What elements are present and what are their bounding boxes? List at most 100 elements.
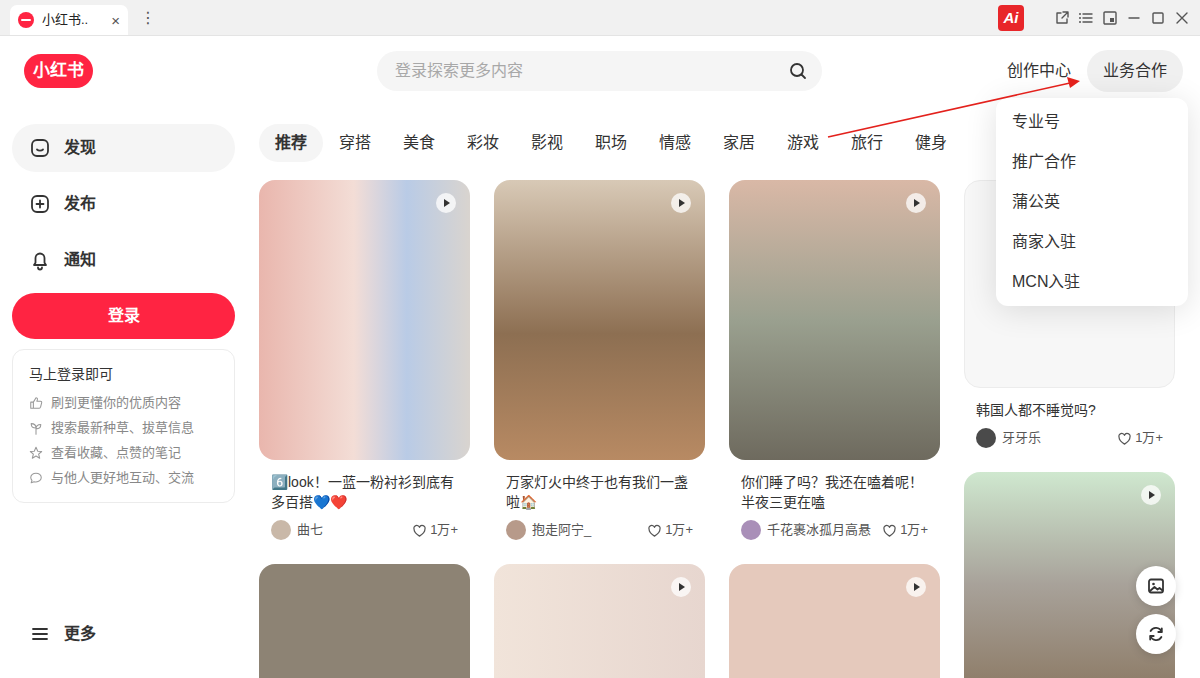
login-button[interactable]: 登录 [12, 293, 235, 339]
sidebar-item-label: 通知 [64, 248, 96, 272]
dropdown-item[interactable]: 专业号 [996, 102, 1188, 142]
like-count[interactable]: 1万+ [647, 520, 693, 540]
note-cover[interactable] [494, 564, 705, 678]
author-name[interactable]: 曲七 [297, 520, 406, 540]
maximize-icon[interactable] [1150, 10, 1166, 26]
video-play-icon [671, 577, 691, 597]
list-icon[interactable] [1078, 10, 1094, 26]
note-card[interactable] [729, 564, 940, 678]
tab-menu-button[interactable]: ⋮ [140, 10, 156, 26]
heart-icon[interactable] [882, 523, 897, 538]
tab-close-button[interactable]: × [111, 13, 120, 28]
channel-tab[interactable]: 推荐 [259, 124, 323, 162]
sidebar-item[interactable]: 通知 [12, 236, 235, 284]
author-avatar[interactable] [976, 428, 996, 448]
video-play-icon [436, 193, 456, 213]
like-count[interactable]: 1万+ [882, 520, 928, 540]
header-links: 创作中心业务合作 [822, 50, 1183, 92]
note-card[interactable] [494, 564, 705, 678]
site-header: 小红书 创作中心业务合作 [0, 36, 1200, 106]
ai-badge[interactable]: Ai [998, 5, 1024, 31]
like-count[interactable]: 1万+ [412, 520, 458, 540]
channel-tab[interactable]: 穿搭 [323, 124, 387, 162]
login-tip-text: 搜索最新种草、拔草信息 [51, 415, 194, 440]
chat-icon [29, 471, 43, 485]
video-play-icon [671, 193, 691, 213]
note-card[interactable]: 6️⃣look！一蓝一粉衬衫到底有多百搭💙❤️ 曲七 1万+ [259, 180, 470, 540]
note-card[interactable]: 你们睡了吗？我还在嗑着呢！半夜三更在嗑千花裹冰孤月高悬 1万+ [729, 180, 940, 540]
video-play-icon [906, 193, 926, 213]
picture-in-picture-icon[interactable] [1102, 10, 1118, 26]
channel-tab[interactable]: 彩妆 [451, 124, 515, 162]
site-logo[interactable]: 小红书 [24, 54, 93, 88]
heart-icon[interactable] [1117, 431, 1132, 446]
dropdown-item[interactable]: MCN入驻 [996, 262, 1188, 302]
search-input[interactable] [393, 58, 780, 84]
notify-icon [28, 248, 52, 272]
hamburger-icon [28, 622, 52, 646]
channel-tab[interactable]: 健身 [899, 124, 963, 162]
note-title[interactable]: 韩国人都不睡觉吗? [964, 388, 1175, 420]
channel-tab[interactable]: 游戏 [771, 124, 835, 162]
dropdown-item[interactable]: 蒲公英 [996, 182, 1188, 222]
channel-tab[interactable]: 家居 [707, 124, 771, 162]
close-window-icon[interactable] [1174, 10, 1190, 26]
like-count-text: 1万+ [900, 520, 928, 540]
image-button[interactable] [1136, 566, 1176, 606]
author-name[interactable]: 抱走阿宁_ [532, 520, 641, 540]
heart-icon[interactable] [412, 523, 427, 538]
browser-tab-bar: 小红书..× ⋮ Ai [0, 0, 1200, 36]
login-tip-item: 刷到更懂你的优质内容 [29, 390, 218, 415]
note-author-row: 千花裹冰孤月高悬 1万+ [729, 520, 940, 540]
author-name[interactable]: 千花裹冰孤月高悬 [767, 520, 876, 540]
note-cover[interactable] [729, 180, 940, 460]
like-count-text: 1万+ [430, 520, 458, 540]
note-card[interactable]: 万家灯火中终于也有我们一盏啦🏠 抱走阿宁_ 1万+ [494, 180, 705, 540]
sidebar-item-label: 发布 [64, 192, 96, 216]
note-cover[interactable] [729, 564, 940, 678]
login-tip-text: 与他人更好地互动、交流 [51, 465, 194, 490]
login-tip-list: 刷到更懂你的优质内容搜索最新种草、拔草信息查看收藏、点赞的笔记与他人更好地互动、… [29, 390, 218, 490]
search-icon[interactable] [788, 61, 808, 81]
note-cover[interactable] [259, 564, 470, 678]
heart-icon[interactable] [647, 523, 662, 538]
note-title[interactable]: 万家灯火中终于也有我们一盏啦🏠 [494, 460, 705, 512]
channel-tab[interactable]: 美食 [387, 124, 451, 162]
publish-icon [28, 192, 52, 216]
author-name[interactable]: 牙牙乐 [1002, 428, 1111, 448]
note-title[interactable]: 6️⃣look！一蓝一粉衬衫到底有多百搭💙❤️ [259, 460, 470, 512]
like-count-text: 1万+ [1135, 428, 1163, 448]
like-count[interactable]: 1万+ [1117, 428, 1163, 448]
refresh-button[interactable] [1136, 614, 1176, 654]
search-box [377, 51, 822, 91]
business-dropdown: 专业号推广合作蒲公英商家入驻MCN入驻 [996, 98, 1188, 306]
author-avatar[interactable] [741, 520, 761, 540]
browser-tab[interactable]: 小红书..× [10, 5, 128, 35]
video-play-icon [906, 577, 926, 597]
channel-tab[interactable]: 职场 [579, 124, 643, 162]
sidebar-item[interactable]: 发现 [12, 124, 235, 172]
channel-tab[interactable]: 影视 [515, 124, 579, 162]
share-icon[interactable] [1054, 10, 1070, 26]
image-icon [1146, 576, 1166, 596]
login-tip-text: 刷到更懂你的优质内容 [51, 390, 181, 415]
feed-column: 6️⃣look！一蓝一粉衬衫到底有多百搭💙❤️ 曲七 1万+ [259, 180, 470, 678]
note-card[interactable] [259, 564, 470, 678]
dropdown-item[interactable]: 商家入驻 [996, 222, 1188, 262]
note-cover[interactable] [259, 180, 470, 460]
minimize-icon[interactable] [1126, 10, 1142, 26]
dropdown-item[interactable]: 推广合作 [996, 142, 1188, 182]
like-count-text: 1万+ [665, 520, 693, 540]
sidebar-item[interactable]: 发布 [12, 180, 235, 228]
note-title[interactable]: 你们睡了吗？我还在嗑着呢！半夜三更在嗑 [729, 460, 940, 512]
business-button[interactable]: 业务合作 [1087, 50, 1183, 92]
login-tip-item: 查看收藏、点赞的笔记 [29, 440, 218, 465]
creator-center-link[interactable]: 创作中心 [1007, 59, 1071, 83]
more-menu-item[interactable]: 更多 [12, 610, 235, 658]
author-avatar[interactable] [506, 520, 526, 540]
author-avatar[interactable] [271, 520, 291, 540]
sidebar-item-label: 发现 [64, 136, 96, 160]
channel-tab[interactable]: 旅行 [835, 124, 899, 162]
note-cover[interactable] [494, 180, 705, 460]
channel-tab[interactable]: 情感 [643, 124, 707, 162]
